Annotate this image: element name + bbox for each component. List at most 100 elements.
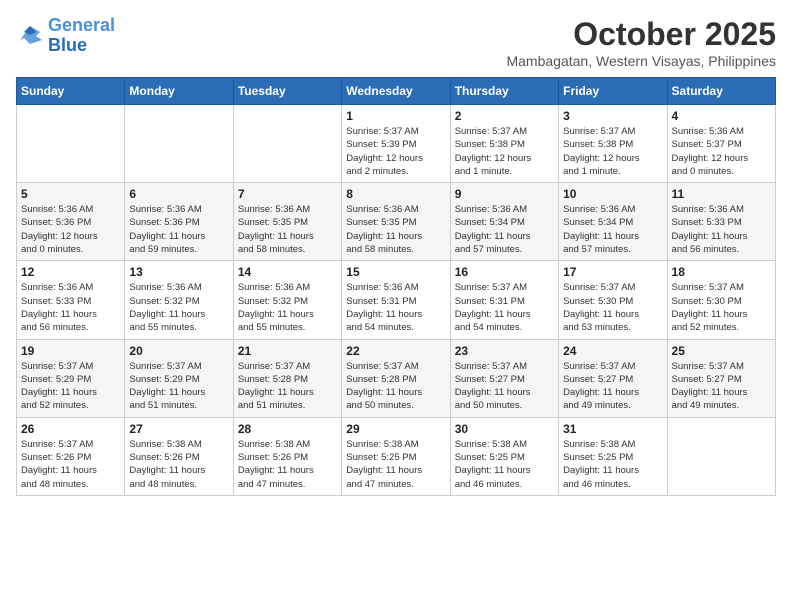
day-info: Sunrise: 5:37 AMSunset: 5:38 PMDaylight:… (563, 125, 662, 178)
day-number: 20 (129, 344, 228, 358)
day-number: 26 (21, 422, 120, 436)
day-info: Sunrise: 5:37 AMSunset: 5:27 PMDaylight:… (563, 360, 662, 413)
day-info: Sunrise: 5:36 AMSunset: 5:34 PMDaylight:… (563, 203, 662, 256)
day-number: 10 (563, 187, 662, 201)
day-info: Sunrise: 5:36 AMSunset: 5:35 PMDaylight:… (346, 203, 445, 256)
day-info: Sunrise: 5:37 AMSunset: 5:29 PMDaylight:… (21, 360, 120, 413)
day-info: Sunrise: 5:38 AMSunset: 5:25 PMDaylight:… (455, 438, 554, 491)
calendar-cell: 30 Sunrise: 5:38 AMSunset: 5:25 PMDayligh… (450, 417, 558, 495)
calendar-cell: 17Sunrise: 5:37 AMSunset: 5:30 PMDayligh… (559, 261, 667, 339)
calendar-week-row: 26 Sunrise: 5:37 AMSunset: 5:26 PMDayligh… (17, 417, 776, 495)
day-info: Sunrise: 5:37 AMSunset: 5:30 PMDaylight:… (672, 281, 771, 334)
day-number: 18 (672, 265, 771, 279)
day-header-saturday: Saturday (667, 78, 775, 105)
day-info: Sunrise: 5:37 AMSunset: 5:31 PMDaylight:… (455, 281, 554, 334)
day-info: Sunrise: 5:37 AMSunset: 5:30 PMDaylight:… (563, 281, 662, 334)
day-info: Sunrise: 5:38 AMSunset: 5:25 PMDaylight:… (346, 438, 445, 491)
day-info: Sunrise: 5:36 AMSunset: 5:35 PMDaylight:… (238, 203, 337, 256)
logo-text: General Blue (48, 16, 115, 56)
calendar-cell: 18 Sunrise: 5:37 AMSunset: 5:30 PMDayligh… (667, 261, 775, 339)
day-number: 3 (563, 109, 662, 123)
day-number: 22 (346, 344, 445, 358)
day-number: 13 (129, 265, 228, 279)
calendar-cell: 20 Sunrise: 5:37 AMSunset: 5:29 PMDayligh… (125, 339, 233, 417)
calendar-table: SundayMondayTuesdayWednesdayThursdayFrid… (16, 77, 776, 496)
calendar-cell: 6 Sunrise: 5:36 AMSunset: 5:36 PMDaylight… (125, 183, 233, 261)
calendar-cell: 13 Sunrise: 5:36 AMSunset: 5:32 PMDayligh… (125, 261, 233, 339)
calendar-cell: 15Sunrise: 5:36 AMSunset: 5:31 PMDayligh… (342, 261, 450, 339)
day-number: 31 (563, 422, 662, 436)
day-number: 30 (455, 422, 554, 436)
day-number: 27 (129, 422, 228, 436)
calendar-cell: 28Sunrise: 5:38 AMSunset: 5:26 PMDayligh… (233, 417, 341, 495)
day-header-tuesday: Tuesday (233, 78, 341, 105)
day-number: 12 (21, 265, 120, 279)
day-info: Sunrise: 5:37 AMSunset: 5:28 PMDaylight:… (238, 360, 337, 413)
day-info: Sunrise: 5:36 AMSunset: 5:32 PMDaylight:… (129, 281, 228, 334)
day-number: 4 (672, 109, 771, 123)
calendar-cell: 5 Sunrise: 5:36 AMSunset: 5:36 PMDaylight… (17, 183, 125, 261)
day-number: 8 (346, 187, 445, 201)
calendar-cell: 9Sunrise: 5:36 AMSunset: 5:34 PMDaylight… (450, 183, 558, 261)
day-header-thursday: Thursday (450, 78, 558, 105)
day-info: Sunrise: 5:36 AMSunset: 5:36 PMDaylight:… (21, 203, 120, 256)
calendar-cell (125, 105, 233, 183)
calendar-cell: 12 Sunrise: 5:36 AMSunset: 5:33 PMDayligh… (17, 261, 125, 339)
day-number: 2 (455, 109, 554, 123)
day-info: Sunrise: 5:36 AMSunset: 5:33 PMDaylight:… (21, 281, 120, 334)
day-number: 14 (238, 265, 337, 279)
day-number: 28 (238, 422, 337, 436)
day-header-sunday: Sunday (17, 78, 125, 105)
calendar-week-row: 1 Sunrise: 5:37 AMSunset: 5:39 PMDaylight… (17, 105, 776, 183)
day-number: 16 (455, 265, 554, 279)
calendar-cell: 2 Sunrise: 5:37 AMSunset: 5:38 PMDaylight… (450, 105, 558, 183)
calendar-cell: 7Sunrise: 5:36 AMSunset: 5:35 PMDaylight… (233, 183, 341, 261)
day-info: Sunrise: 5:36 AMSunset: 5:36 PMDaylight:… (129, 203, 228, 256)
calendar-cell (233, 105, 341, 183)
calendar-cell: 27 Sunrise: 5:38 AMSunset: 5:26 PMDayligh… (125, 417, 233, 495)
location-subtitle: Mambagatan, Western Visayas, Philippines (506, 53, 776, 69)
calendar-header-row: SundayMondayTuesdayWednesdayThursdayFrid… (17, 78, 776, 105)
day-header-monday: Monday (125, 78, 233, 105)
calendar-cell: 31Sunrise: 5:38 AMSunset: 5:25 PMDayligh… (559, 417, 667, 495)
day-number: 25 (672, 344, 771, 358)
calendar-week-row: 12 Sunrise: 5:36 AMSunset: 5:33 PMDayligh… (17, 261, 776, 339)
calendar-cell: 10 Sunrise: 5:36 AMSunset: 5:34 PMDayligh… (559, 183, 667, 261)
calendar-cell (17, 105, 125, 183)
day-header-friday: Friday (559, 78, 667, 105)
title-block: October 2025 Mambagatan, Western Visayas… (506, 16, 776, 69)
page-header: General Blue October 2025 Mambagatan, We… (16, 16, 776, 69)
day-info: Sunrise: 5:37 AMSunset: 5:39 PMDaylight:… (346, 125, 445, 178)
day-number: 21 (238, 344, 337, 358)
day-info: Sunrise: 5:37 AMSunset: 5:38 PMDaylight:… (455, 125, 554, 178)
calendar-cell: 4 Sunrise: 5:36 AMSunset: 5:37 PMDaylight… (667, 105, 775, 183)
day-info: Sunrise: 5:36 AMSunset: 5:33 PMDaylight:… (672, 203, 771, 256)
calendar-cell: 23Sunrise: 5:37 AMSunset: 5:27 PMDayligh… (450, 339, 558, 417)
calendar-cell: 24 Sunrise: 5:37 AMSunset: 5:27 PMDayligh… (559, 339, 667, 417)
calendar-cell: 8 Sunrise: 5:36 AMSunset: 5:35 PMDaylight… (342, 183, 450, 261)
day-number: 24 (563, 344, 662, 358)
calendar-cell: 16 Sunrise: 5:37 AMSunset: 5:31 PMDayligh… (450, 261, 558, 339)
calendar-cell: 19 Sunrise: 5:37 AMSunset: 5:29 PMDayligh… (17, 339, 125, 417)
day-number: 23 (455, 344, 554, 358)
day-number: 6 (129, 187, 228, 201)
calendar-cell: 21 Sunrise: 5:37 AMSunset: 5:28 PMDayligh… (233, 339, 341, 417)
day-number: 1 (346, 109, 445, 123)
day-info: Sunrise: 5:36 AMSunset: 5:37 PMDaylight:… (672, 125, 771, 178)
logo: General Blue (16, 16, 115, 56)
day-number: 9 (455, 187, 554, 201)
calendar-cell: 1 Sunrise: 5:37 AMSunset: 5:39 PMDaylight… (342, 105, 450, 183)
calendar-cell: 11Sunrise: 5:36 AMSunset: 5:33 PMDayligh… (667, 183, 775, 261)
day-number: 19 (21, 344, 120, 358)
calendar-cell (667, 417, 775, 495)
calendar-cell: 26 Sunrise: 5:37 AMSunset: 5:26 PMDayligh… (17, 417, 125, 495)
month-title: October 2025 (506, 16, 776, 53)
day-info: Sunrise: 5:36 AMSunset: 5:31 PMDaylight:… (346, 281, 445, 334)
day-number: 5 (21, 187, 120, 201)
day-info: Sunrise: 5:37 AMSunset: 5:26 PMDaylight:… (21, 438, 120, 491)
day-info: Sunrise: 5:37 AMSunset: 5:28 PMDaylight:… (346, 360, 445, 413)
calendar-week-row: 19 Sunrise: 5:37 AMSunset: 5:29 PMDayligh… (17, 339, 776, 417)
calendar-cell: 29Sunrise: 5:38 AMSunset: 5:25 PMDayligh… (342, 417, 450, 495)
day-info: Sunrise: 5:38 AMSunset: 5:26 PMDaylight:… (129, 438, 228, 491)
day-info: Sunrise: 5:37 AMSunset: 5:29 PMDaylight:… (129, 360, 228, 413)
